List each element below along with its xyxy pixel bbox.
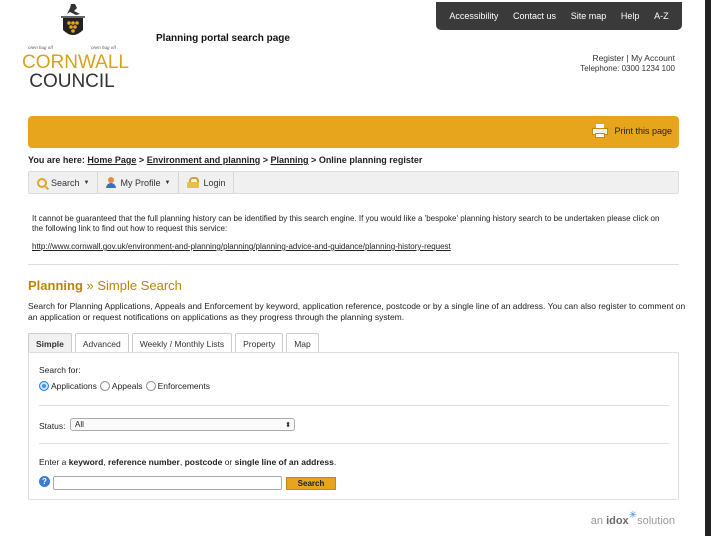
instr-keyword: keyword — [68, 457, 104, 467]
status-selected-value: All — [75, 420, 84, 429]
caret-down-icon: ▼ — [164, 179, 171, 186]
nav-site-map[interactable]: Site map — [571, 11, 607, 21]
breadcrumb-current: Online planning register — [318, 155, 423, 165]
radio-appeals-label: Appeals — [111, 381, 143, 391]
status-select[interactable]: All ⬍ — [70, 418, 295, 431]
nav-a-z[interactable]: A-Z — [654, 11, 669, 21]
search-for-label: Search for: — [39, 365, 81, 375]
print-page-button[interactable]: Print this page — [592, 124, 672, 138]
radio-applications[interactable]: Applications — [39, 381, 97, 391]
section-title-bold: Planning — [28, 278, 83, 293]
print-label: Print this page — [614, 126, 672, 136]
instr-text: . — [333, 457, 337, 467]
breadcrumb-planning[interactable]: Planning — [271, 155, 309, 165]
tab-advanced[interactable]: Advanced — [74, 333, 129, 353]
status-label: Status: — [39, 421, 66, 431]
instr-reference: reference number — [108, 457, 180, 467]
radio-button-checked[interactable] — [39, 381, 49, 391]
my-account-link[interactable]: My Account — [631, 53, 675, 63]
radio-button[interactable] — [145, 381, 156, 391]
idox-text-bold: idox — [606, 515, 629, 527]
window-edge — [705, 0, 711, 536]
crest-icon — [61, 4, 85, 35]
section-title-rest: Simple Search — [97, 278, 182, 293]
radio-enforcements[interactable]: Enforcements — [145, 381, 211, 391]
radio-appeals[interactable]: Appeals — [99, 381, 143, 391]
telephone-number: Telephone: 0300 1234 100 — [580, 64, 675, 73]
search-menu-label: Search — [51, 177, 80, 188]
register-link[interactable]: Register — [592, 53, 624, 63]
breadcrumb: You are here: Home Page > Environment an… — [28, 155, 422, 165]
my-profile-menu-button[interactable]: My Profile ▼ — [98, 172, 180, 193]
motto-right: onen hag oll — [91, 46, 116, 51]
breadcrumb-environment[interactable]: Environment and planning — [147, 155, 261, 165]
search-type-radios: Applications Appeals Enforcements — [39, 381, 213, 391]
page-heading: Planning portal search page — [156, 33, 290, 44]
nav-contact-us[interactable]: Contact us — [513, 11, 556, 21]
breadcrumb-home[interactable]: Home Page — [87, 155, 136, 165]
history-notice: It cannot be guaranteed that the full pl… — [32, 214, 660, 233]
tab-simple[interactable]: Simple — [28, 333, 72, 353]
top-navigation: Accessibility Contact us Site map Help A… — [436, 2, 682, 30]
star-icon: ✳ — [628, 510, 638, 521]
orange-banner: Print this page — [28, 116, 679, 148]
idox-text-pre: an — [590, 515, 607, 527]
nav-help[interactable]: Help — [621, 11, 640, 21]
motto-left: onen hag oll — [28, 46, 53, 51]
idox-logo[interactable]: an idox✳solution — [590, 510, 675, 527]
search-input[interactable] — [53, 476, 282, 490]
panel-divider — [39, 405, 669, 406]
login-label: Login — [203, 177, 226, 188]
search-menu-button[interactable]: Search ▼ — [29, 172, 99, 193]
cornwall-council-logo[interactable]: onen hag oll onen hag oll CORNWALL COUNC… — [22, 2, 129, 92]
simple-search-panel: Search for: Applications Appeals Enforce… — [28, 352, 679, 500]
tab-map[interactable]: Map — [286, 333, 319, 353]
user-icon — [106, 177, 117, 188]
caret-down-icon: ▼ — [83, 179, 90, 186]
logo-text-cornwall: CORNWALL — [22, 52, 129, 73]
radio-button[interactable] — [99, 381, 110, 391]
login-button[interactable]: Login — [179, 172, 235, 193]
tab-weekly-monthly-lists[interactable]: Weekly / Monthly Lists — [131, 333, 233, 353]
breadcrumb-sep: > — [262, 155, 268, 165]
account-links: Register | My Account — [592, 53, 675, 63]
logo-text-council: COUNCIL — [29, 71, 115, 92]
breadcrumb-prefix: You are here: — [28, 155, 85, 165]
instr-text: or — [222, 457, 235, 467]
breadcrumb-sep: > — [311, 155, 317, 165]
instr-text: Enter a — [39, 457, 69, 467]
toolbar: Search ▼ My Profile ▼ Login — [28, 171, 679, 194]
logo-motto: onen hag oll onen hag oll — [22, 46, 122, 51]
radio-enforcements-label: Enforcements — [157, 381, 211, 391]
search-tabs: Simple Advanced Weekly / Monthly Lists P… — [28, 333, 319, 353]
radio-applications-label: Applications — [51, 381, 97, 391]
search-instructions: Enter a keyword, reference number, postc… — [39, 457, 336, 467]
nav-accessibility[interactable]: Accessibility — [449, 11, 498, 21]
idox-text-post: solution — [637, 515, 675, 527]
lock-icon — [187, 177, 200, 188]
tab-property[interactable]: Property — [235, 333, 284, 353]
my-profile-label: My Profile — [120, 177, 161, 188]
section-title-sep: » — [86, 278, 94, 293]
section-description: Search for Planning Applications, Appeal… — [28, 301, 686, 322]
search-button[interactable]: Search — [286, 477, 336, 490]
instr-postcode: postcode — [184, 457, 223, 467]
section-title: Planning » Simple Search — [28, 278, 182, 293]
search-icon — [37, 177, 47, 188]
breadcrumb-sep: > — [138, 155, 145, 165]
divider — [28, 264, 679, 265]
select-arrows-icon: ⬍ — [285, 421, 291, 429]
instr-address: single line of an address — [234, 457, 334, 467]
printer-icon — [592, 124, 609, 138]
help-icon[interactable]: ? — [39, 476, 50, 487]
account-separator: | — [626, 53, 629, 63]
panel-divider — [39, 443, 669, 444]
planning-history-link[interactable]: http://www.cornwall.gov.uk/environment-a… — [32, 242, 451, 251]
